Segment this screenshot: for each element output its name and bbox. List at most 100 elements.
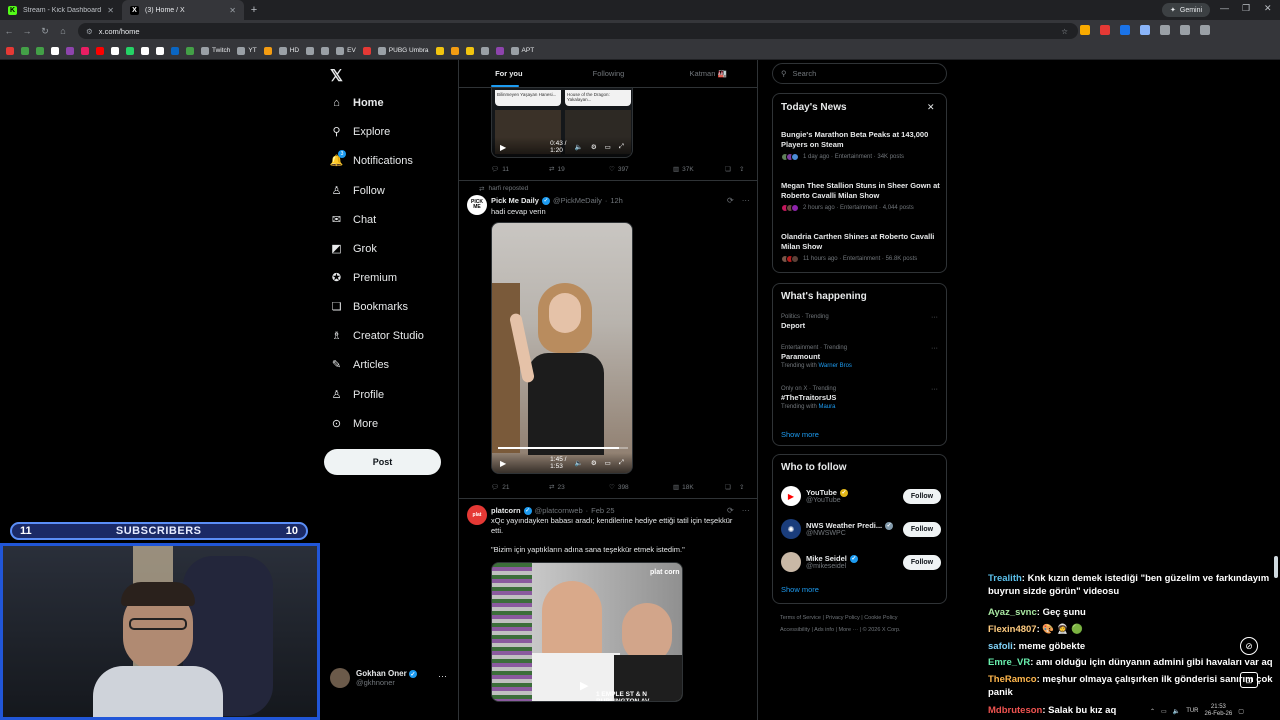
sidebar-item-grok[interactable]: ◩ Grok [330,242,377,256]
bookmark-folder[interactable]: APT [510,46,534,55]
close-window-icon[interactable]: ✕ [1264,3,1272,14]
views-button[interactable]: ▥ 18K [673,483,725,492]
news-item[interactable]: Olandria Carthen Shines at Roberto Caval… [781,232,941,263]
gemini-button[interactable]: ✦ Gemini [1162,3,1211,17]
repost-button[interactable]: ⇄ 19 [549,165,609,174]
post-time[interactable]: Feb 25 [591,506,614,515]
more-horizontal-icon[interactable]: ··· [931,386,938,393]
close-icon[interactable]: ✕ [229,6,236,15]
tray-arrow-icon[interactable]: ⌃ [1150,708,1155,715]
play-icon[interactable]: ▶ [580,679,588,692]
bookmark-item[interactable] [465,46,474,55]
minimize-icon[interactable]: — [1220,3,1229,13]
caption-icon[interactable]: ⊡ [1240,672,1258,688]
chat-username[interactable]: Ayaz_svnc [988,607,1037,618]
bookmark-item[interactable] [96,46,104,55]
bookmark-folder[interactable]: PUBG Umbra [377,46,429,55]
follow-suggestion[interactable]: Mike Seidel ✓ @mikeseidel Follow [781,550,941,574]
repost-indicator[interactable]: ⇄ harfi reposted [479,185,528,193]
tab-katman[interactable]: Katman 🏭 [658,60,758,87]
grok-icon[interactable]: ⟳ [727,506,734,515]
footer-link[interactable]: Terms of Service [780,615,821,621]
post-video[interactable]: ▶ 1:45 / 1:53 🔈 ⚙ ▭ ⤢ [491,222,633,474]
browser-tab-x[interactable]: X (3) Home / X ✕ [122,0,244,20]
tab-for-you[interactable]: For you [459,60,559,87]
forward-icon[interactable]: → [18,26,36,36]
sidebar-item-premium[interactable]: ✪ Premium [330,271,397,285]
bookmark-item[interactable] [141,46,149,55]
trend-sub-link[interactable]: Warner Bros [818,363,851,369]
bookmark-item[interactable] [6,46,14,55]
fullscreen-icon[interactable]: ⤢ [619,459,624,467]
sidebar-item-explore[interactable]: ⚲ Explore [330,125,390,139]
bookmark-folder[interactable]: YT [237,46,257,55]
menu-icon[interactable] [1200,25,1210,35]
chat-username[interactable]: safoli [988,641,1013,652]
pip-icon[interactable]: ▭ [605,143,611,151]
footer-link[interactable]: Ads info [814,627,834,633]
x-logo-icon[interactable]: 𝕏 [330,66,343,86]
bookmark-icon[interactable]: ❏ [725,483,739,491]
share-icon[interactable]: ⇪ [739,165,744,173]
new-tab-button[interactable]: + [244,0,264,20]
follow-button[interactable]: Follow [903,488,941,504]
bookmark-item[interactable] [126,46,134,55]
news-item[interactable]: Megan Thee Stallion Stuns in Sheer Gown … [781,181,941,212]
bookmark-item[interactable] [66,46,74,55]
page-scrollbar[interactable] [1272,60,1280,720]
bookmark-item[interactable] [321,46,330,55]
more-horizontal-icon[interactable]: ··· [742,506,750,515]
post-author-name[interactable]: platcorn [491,506,521,515]
settings-icon[interactable]: ⚙ [591,143,597,151]
sidebar-item-creator-studio[interactable]: ♗ Creator Studio [330,329,424,343]
bookmark-item[interactable] [21,46,29,55]
follow-suggestion[interactable]: ▶ YouTube ✓ @YouTube Follow [781,484,941,508]
bookmark-icon[interactable]: ❏ [725,165,739,173]
extension-icon[interactable] [1080,25,1090,35]
settings-icon[interactable]: ⚙ [591,459,597,467]
network-icon[interactable]: ▭ [1161,708,1167,715]
language-indicator[interactable]: TUR [1186,708,1198,714]
more-horizontal-icon[interactable]: ··· [742,196,750,205]
close-icon[interactable]: ✕ [107,6,114,15]
reload-icon[interactable]: ↻ [36,26,54,37]
volume-icon[interactable]: 🔈 [575,459,583,467]
avatar[interactable]: plat [467,505,487,525]
bookmark-item[interactable] [495,46,504,55]
play-icon[interactable]: ▶ [500,459,506,468]
bookmark-folder[interactable]: Twitch [201,46,230,55]
trend-sub-link[interactable]: Maura [818,404,835,410]
bookmark-item[interactable] [480,46,489,55]
home-button-icon[interactable]: ⌂ [54,26,72,36]
grok-icon[interactable]: ⟳ [727,196,734,205]
bookmark-folder[interactable]: EV [336,46,356,55]
avatar[interactable]: PICK ME [467,195,487,215]
bookmark-item[interactable] [51,46,59,55]
bookmark-item[interactable] [263,46,272,55]
pip-icon[interactable]: ▭ [605,459,611,467]
reply-button[interactable]: 💬︎ 11 [491,165,549,174]
footer-link[interactable]: Cookie Policy [864,615,897,621]
follow-suggestion[interactable]: ✺ NWS Weather Predi... ✓ @NWSWPC Follow [781,517,941,541]
address-bar[interactable]: ⚙ x.com/home ☆ [78,23,1078,39]
more-horizontal-icon[interactable]: ··· [931,345,938,352]
fullscreen-icon[interactable]: ⤢ [619,143,624,151]
sidebar-item-home[interactable]: ⌂ Home [330,96,383,109]
bookmark-item[interactable] [186,46,194,55]
puzzle-icon[interactable] [1160,25,1170,35]
trend-item[interactable]: Politics · Trending Deport [781,314,941,330]
like-button[interactable]: ♡ 397 [609,165,673,174]
chat-overlay-icon[interactable]: ⊘ [1240,637,1258,655]
more-horizontal-icon[interactable]: ··· [438,671,447,681]
trend-item[interactable]: Only on X · Trending #TheTraitorsUS Tren… [781,386,941,410]
follow-button[interactable]: Follow [903,521,941,537]
clock[interactable]: 21:53 26-Feb-26 [1205,704,1233,718]
show-more-link[interactable]: Show more [781,430,819,439]
chat-username[interactable]: Trealith [988,573,1022,584]
chat-username[interactable]: Emre_VR [988,657,1030,668]
trend-item[interactable]: Entertainment · Trending Paramount Trend… [781,345,941,369]
sidepanel-icon[interactable] [1180,25,1190,35]
close-icon[interactable]: ✕ [927,102,935,113]
account-switcher[interactable]: Gokhan Oner ✓ @gkhnoner ··· [330,666,450,690]
footer-link[interactable]: More ··· [839,627,859,633]
